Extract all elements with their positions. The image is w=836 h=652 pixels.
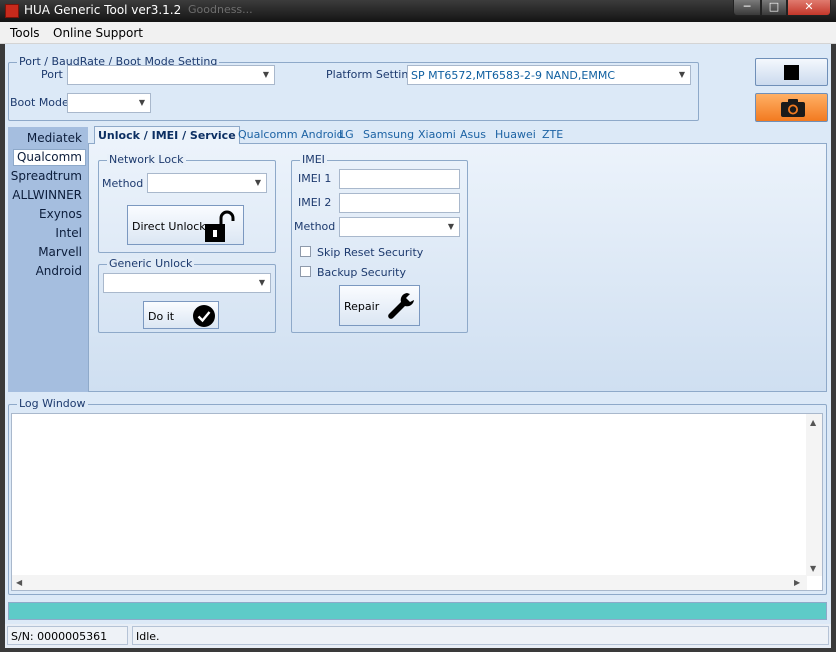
generic-unlock-select[interactable]: ▼ [103,273,271,293]
minimize-button[interactable]: ─ [733,0,761,16]
progress-fill [9,603,826,619]
scroll-down-icon[interactable]: ▼ [810,564,816,573]
log-text-area[interactable]: ▲ ▼ ◀ ▶ [11,413,823,591]
menu-bar: Tools Online Support [0,22,836,44]
platform-label: Platform Setting [326,68,416,81]
window-title: HUA Generic Tool ver3.1.2 [24,3,182,17]
background-window-title: Goodness... [188,3,253,16]
sidebar-item-mediatek[interactable]: Mediatek [27,131,82,145]
sidebar-item-exynos[interactable]: Exynos [39,207,82,221]
port-select[interactable]: ▼ [67,65,275,85]
stop-icon [784,65,799,80]
chevron-down-icon: ▼ [258,278,266,287]
platform-sidebar: Mediatek Qualcomm Spreadtrum ALLWINNER E… [8,127,88,392]
sidebar-item-intel[interactable]: Intel [55,226,82,240]
network-method-select[interactable]: ▼ [147,173,267,193]
port-label: Port [41,68,63,81]
tab-lg[interactable]: LG [339,128,354,141]
wrench-icon [388,293,414,319]
screenshot-button[interactable] [755,93,828,122]
sidebar-item-spreadtrum[interactable]: Spreadtrum [11,169,82,183]
checkmark-icon [193,305,215,327]
camera-icon [781,99,805,117]
menu-online-support[interactable]: Online Support [53,26,143,40]
maximize-button[interactable]: □ [761,0,787,16]
chevron-down-icon: ▼ [447,222,455,231]
unlock-icon [205,210,235,242]
menu-tools[interactable]: Tools [10,26,40,40]
tab-xiaomi[interactable]: Xiaomi [418,128,456,141]
progress-bar [8,602,827,620]
imei-title: IMEI [300,153,327,166]
skip-reset-security-checkbox[interactable] [300,246,311,257]
generic-unlock-title: Generic Unlock [107,257,195,270]
tab-unlock-imei-service[interactable]: Unlock / IMEI / Service [94,126,240,144]
tab-qualcomm-android[interactable]: Qualcomm Android [238,128,344,141]
boot-mode-label: Boot Mode [10,96,69,109]
tab-samsung[interactable]: Samsung [363,128,414,141]
imei2-label: IMEI 2 [298,196,332,209]
log-vertical-scrollbar[interactable]: ▲ ▼ [806,414,822,576]
scroll-up-icon[interactable]: ▲ [810,418,816,427]
imei1-label: IMEI 1 [298,172,332,185]
imei-method-label: Method [294,220,336,233]
scroll-left-icon[interactable]: ◀ [16,578,22,587]
chevron-down-icon: ▼ [678,70,686,79]
network-lock-title: Network Lock [107,153,186,166]
stop-button[interactable] [755,58,828,86]
scroll-right-icon[interactable]: ▶ [794,578,800,587]
status-bar: S/N: 0000005361 Idle. [5,624,831,648]
repair-button[interactable]: Repair [339,285,420,326]
platform-select[interactable]: SP MT6572,MT6583-2-9 NAND,EMMC ▼ [407,65,691,85]
boot-mode-select[interactable]: ▼ [67,93,151,113]
close-button[interactable]: ✕ [787,0,831,16]
do-it-button[interactable]: Do it [143,301,219,329]
log-horizontal-scrollbar[interactable]: ◀ ▶ [12,575,807,590]
imei1-input[interactable] [339,169,460,189]
imei2-input[interactable] [339,193,460,213]
tab-asus[interactable]: Asus [460,128,486,141]
network-method-label: Method [102,177,144,190]
direct-unlock-button[interactable]: Direct Unlock [127,205,244,245]
title-bar: HUA Generic Tool ver3.1.2 Goodness... ─ … [0,0,836,22]
sidebar-item-android[interactable]: Android [36,264,82,278]
backup-security-label: Backup Security [317,266,406,279]
serial-number: S/N: 0000005361 [7,626,128,645]
sidebar-item-qualcomm[interactable]: Qualcomm [12,149,86,166]
tab-huawei[interactable]: Huawei [495,128,536,141]
chevron-down-icon: ▼ [262,70,270,79]
skip-reset-security-label: Skip Reset Security [317,246,424,259]
tab-zte[interactable]: ZTE [542,128,563,141]
log-window-title: Log Window [17,397,88,410]
status-text: Idle. [132,626,829,645]
app-icon [5,4,19,18]
backup-security-checkbox[interactable] [300,266,311,277]
chevron-down-icon: ▼ [138,98,146,107]
chevron-down-icon: ▼ [254,178,262,187]
sidebar-item-marvell[interactable]: Marvell [38,245,82,259]
sidebar-item-allwinner[interactable]: ALLWINNER [12,188,82,202]
imei-method-select[interactable]: ▼ [339,217,460,237]
